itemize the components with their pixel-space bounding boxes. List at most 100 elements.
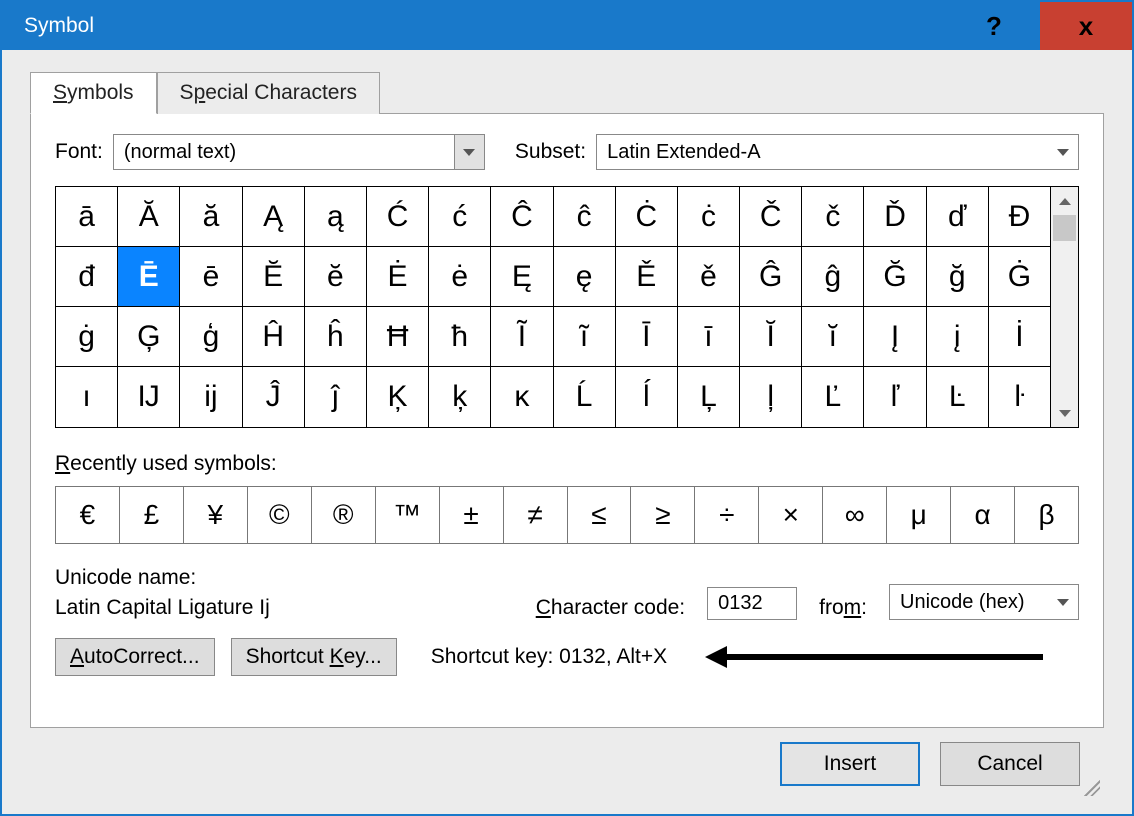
recent-symbol-cell[interactable]: ≥	[631, 487, 695, 543]
symbol-cell[interactable]: Ċ	[616, 187, 678, 247]
symbol-cell[interactable]: ĭ	[802, 307, 864, 367]
symbol-cell[interactable]: Ć	[367, 187, 429, 247]
symbol-cell[interactable]: Ġ	[989, 247, 1050, 307]
resize-grip[interactable]	[1084, 780, 1100, 796]
symbol-cell[interactable]: Ĥ	[243, 307, 305, 367]
recent-symbol-cell[interactable]: ×	[759, 487, 823, 543]
symbol-cell[interactable]: ī	[678, 307, 740, 367]
font-dropdown-button[interactable]	[454, 135, 484, 169]
symbol-cell[interactable]: ľ	[864, 367, 926, 427]
symbol-cell[interactable]: Đ	[989, 187, 1050, 247]
symbol-cell[interactable]: ķ	[429, 367, 491, 427]
recent-symbol-cell[interactable]: ¥	[184, 487, 248, 543]
symbol-cell[interactable]: ĸ	[491, 367, 553, 427]
recent-symbol-cell[interactable]: £	[120, 487, 184, 543]
recent-symbol-cell[interactable]: €	[56, 487, 120, 543]
autocorrect-button[interactable]: AutoCorrect...	[55, 638, 215, 676]
symbol-cell[interactable]: ċ	[678, 187, 740, 247]
symbol-cell[interactable]: ĝ	[802, 247, 864, 307]
recent-symbol-cell[interactable]: α	[951, 487, 1015, 543]
symbol-cell[interactable]: İ	[989, 307, 1050, 367]
recent-symbol-cell[interactable]: ™	[376, 487, 440, 543]
char-code-input[interactable]	[707, 587, 797, 620]
shortcut-key-button[interactable]: Shortcut Key...	[231, 638, 397, 676]
symbol-cell[interactable]: ď	[927, 187, 989, 247]
symbol-cell[interactable]: Ď	[864, 187, 926, 247]
symbol-cell[interactable]: đ	[56, 247, 118, 307]
symbol-cell[interactable]: Ă	[118, 187, 180, 247]
symbol-cell[interactable]: ġ	[56, 307, 118, 367]
tab-symbols[interactable]: Symbols	[30, 72, 157, 114]
recent-symbol-cell[interactable]: ≠	[504, 487, 568, 543]
font-input[interactable]	[114, 135, 454, 169]
font-combo[interactable]	[113, 134, 485, 170]
scroll-down-button[interactable]	[1051, 399, 1078, 427]
symbol-cell[interactable]: ą	[305, 187, 367, 247]
symbol-cell[interactable]: Ķ	[367, 367, 429, 427]
symbol-cell[interactable]: ģ	[180, 307, 242, 367]
symbol-cell[interactable]: Ĵ	[243, 367, 305, 427]
symbol-cell[interactable]: Ğ	[864, 247, 926, 307]
symbol-cell[interactable]: ē	[180, 247, 242, 307]
grid-scrollbar[interactable]	[1050, 187, 1078, 427]
symbol-cell[interactable]: Ę	[491, 247, 553, 307]
symbol-cell[interactable]: Ģ	[118, 307, 180, 367]
symbol-cell[interactable]: č	[802, 187, 864, 247]
symbol-cell[interactable]: Ľ	[802, 367, 864, 427]
symbol-cell[interactable]: Ě	[616, 247, 678, 307]
recent-symbol-cell[interactable]: ∞	[823, 487, 887, 543]
recent-symbol-cell[interactable]: ÷	[695, 487, 759, 543]
recent-symbol-cell[interactable]: ®	[312, 487, 376, 543]
symbol-cell[interactable]: Ī	[616, 307, 678, 367]
symbol-cell[interactable]: ğ	[927, 247, 989, 307]
symbol-cell[interactable]: ĉ	[554, 187, 616, 247]
symbol-cell[interactable]: Ē	[118, 247, 180, 307]
subset-combo[interactable]	[596, 134, 1079, 170]
symbol-cell[interactable]: Į	[864, 307, 926, 367]
symbol-cell[interactable]: ĺ	[616, 367, 678, 427]
symbol-cell[interactable]: Ŀ	[927, 367, 989, 427]
recent-symbol-cell[interactable]: ±	[440, 487, 504, 543]
scroll-up-button[interactable]	[1051, 187, 1078, 215]
recent-symbol-cell[interactable]: ≤	[568, 487, 632, 543]
symbol-cell[interactable]: ĳ	[180, 367, 242, 427]
from-combo[interactable]	[889, 584, 1079, 620]
recent-symbol-cell[interactable]: μ	[887, 487, 951, 543]
symbol-cell[interactable]: Ĭ	[740, 307, 802, 367]
symbol-cell[interactable]: Ĩ	[491, 307, 553, 367]
symbol-cell[interactable]: Ą	[243, 187, 305, 247]
symbol-cell[interactable]: Ĉ	[491, 187, 553, 247]
symbol-cell[interactable]: ļ	[740, 367, 802, 427]
insert-button[interactable]: Insert	[780, 742, 920, 786]
symbol-cell[interactable]: Ė	[367, 247, 429, 307]
cancel-button[interactable]: Cancel	[940, 742, 1080, 786]
recent-symbol-cell[interactable]: ©	[248, 487, 312, 543]
symbol-cell[interactable]: ā	[56, 187, 118, 247]
subset-input[interactable]	[597, 135, 1048, 169]
symbol-cell[interactable]: Ĳ	[118, 367, 180, 427]
symbol-cell[interactable]: ă	[180, 187, 242, 247]
subset-dropdown-button[interactable]	[1048, 135, 1078, 169]
close-button[interactable]: x	[1040, 2, 1132, 50]
symbol-cell[interactable]: ĵ	[305, 367, 367, 427]
symbol-cell[interactable]: ĥ	[305, 307, 367, 367]
symbol-cell[interactable]: ć	[429, 187, 491, 247]
symbol-cell[interactable]: Ĺ	[554, 367, 616, 427]
symbol-cell[interactable]: ė	[429, 247, 491, 307]
recent-symbol-cell[interactable]: β	[1015, 487, 1078, 543]
tab-special-characters[interactable]: Special Characters	[157, 72, 380, 114]
symbol-cell[interactable]: ę	[554, 247, 616, 307]
symbol-cell[interactable]: Č	[740, 187, 802, 247]
symbol-cell[interactable]: ı	[56, 367, 118, 427]
symbol-cell[interactable]: Ĝ	[740, 247, 802, 307]
symbol-cell[interactable]: ŀ	[989, 367, 1050, 427]
from-input[interactable]	[890, 585, 1048, 619]
symbol-cell[interactable]: į	[927, 307, 989, 367]
symbol-cell[interactable]: ě	[678, 247, 740, 307]
symbol-cell[interactable]: Ĕ	[243, 247, 305, 307]
symbol-cell[interactable]: ĕ	[305, 247, 367, 307]
symbol-cell[interactable]: ħ	[429, 307, 491, 367]
help-button[interactable]: ?	[948, 2, 1040, 50]
scrollbar-thumb[interactable]	[1053, 215, 1076, 241]
symbol-cell[interactable]: ĩ	[554, 307, 616, 367]
